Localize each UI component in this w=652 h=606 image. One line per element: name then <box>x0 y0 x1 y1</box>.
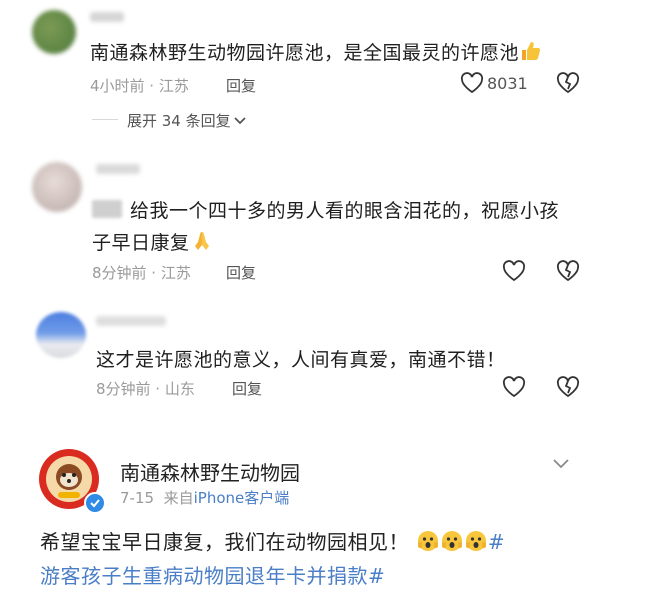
source-prefix: 来自 <box>163 489 194 507</box>
reply-button[interactable]: 回复 <box>226 262 256 283</box>
post-date: 7-15 <box>120 489 155 507</box>
shocked-face-icon <box>440 529 464 558</box>
username[interactable] <box>96 316 166 326</box>
comment-meta: 8分钟前 · 山东 <box>96 380 195 398</box>
dislike-button[interactable] <box>556 376 580 398</box>
broken-heart-icon <box>556 260 580 282</box>
comment-text: 南通森林野生动物园许愿池，是全国最灵的许愿池 <box>90 38 543 68</box>
chevron-down-icon <box>552 458 570 470</box>
comment-text: 给我一个四十多的男人看的眼含泪花的，祝愿小孩 <box>130 200 560 222</box>
source-device-link[interactable]: iPhone客户端 <box>194 489 290 507</box>
like-button[interactable] <box>502 260 526 282</box>
comment-text: 这才是许愿池的意义，人间有真爱，南通不错！ <box>96 349 506 371</box>
like-button[interactable] <box>460 72 484 94</box>
expand-label: 展开 34 条回复 <box>127 112 231 130</box>
avatar[interactable] <box>32 10 76 54</box>
reply-button[interactable]: 回复 <box>232 378 262 399</box>
post-text: 希望宝宝早日康复，我们在动物园相见！ # <box>40 526 505 558</box>
hashtag-link[interactable]: # <box>488 530 505 554</box>
comment-meta: 4小时前 · 江苏 <box>90 77 189 95</box>
hashtag-link-continued[interactable]: 游客孩子生重病动物园退年卡并捐款# <box>40 560 385 589</box>
broken-heart-icon <box>556 72 580 94</box>
reply-button[interactable]: 回复 <box>226 75 256 96</box>
like-count: 8031 <box>487 74 528 93</box>
comment-text-continued: 子早日康复 <box>92 228 214 258</box>
user-badge <box>92 200 122 218</box>
broken-heart-icon <box>556 376 580 398</box>
username[interactable] <box>96 164 140 174</box>
comment-meta: 8分钟前 · 江苏 <box>92 264 191 282</box>
account-name[interactable]: 南通森林野生动物园 <box>120 457 300 486</box>
thumbs-up-icon <box>519 39 543 68</box>
heart-icon <box>502 376 526 398</box>
shocked-face-icon <box>464 529 488 558</box>
post-meta: 7-15 来自iPhone客户端 <box>120 487 289 508</box>
expand-replies-button[interactable]: 展开 34 条回复 <box>127 110 246 131</box>
avatar[interactable] <box>36 312 86 358</box>
username[interactable] <box>90 12 124 22</box>
chevron-down-icon <box>233 112 246 130</box>
post-menu-button[interactable] <box>552 458 570 470</box>
like-button[interactable] <box>502 376 526 398</box>
avatar[interactable] <box>32 162 82 212</box>
verified-icon <box>84 492 106 514</box>
dislike-button[interactable] <box>556 260 580 282</box>
shocked-face-icon <box>416 529 440 558</box>
praying-hands-icon <box>190 229 214 258</box>
heart-icon <box>460 72 484 94</box>
heart-icon <box>502 260 526 282</box>
divider <box>92 119 118 120</box>
dislike-button[interactable] <box>556 72 580 94</box>
